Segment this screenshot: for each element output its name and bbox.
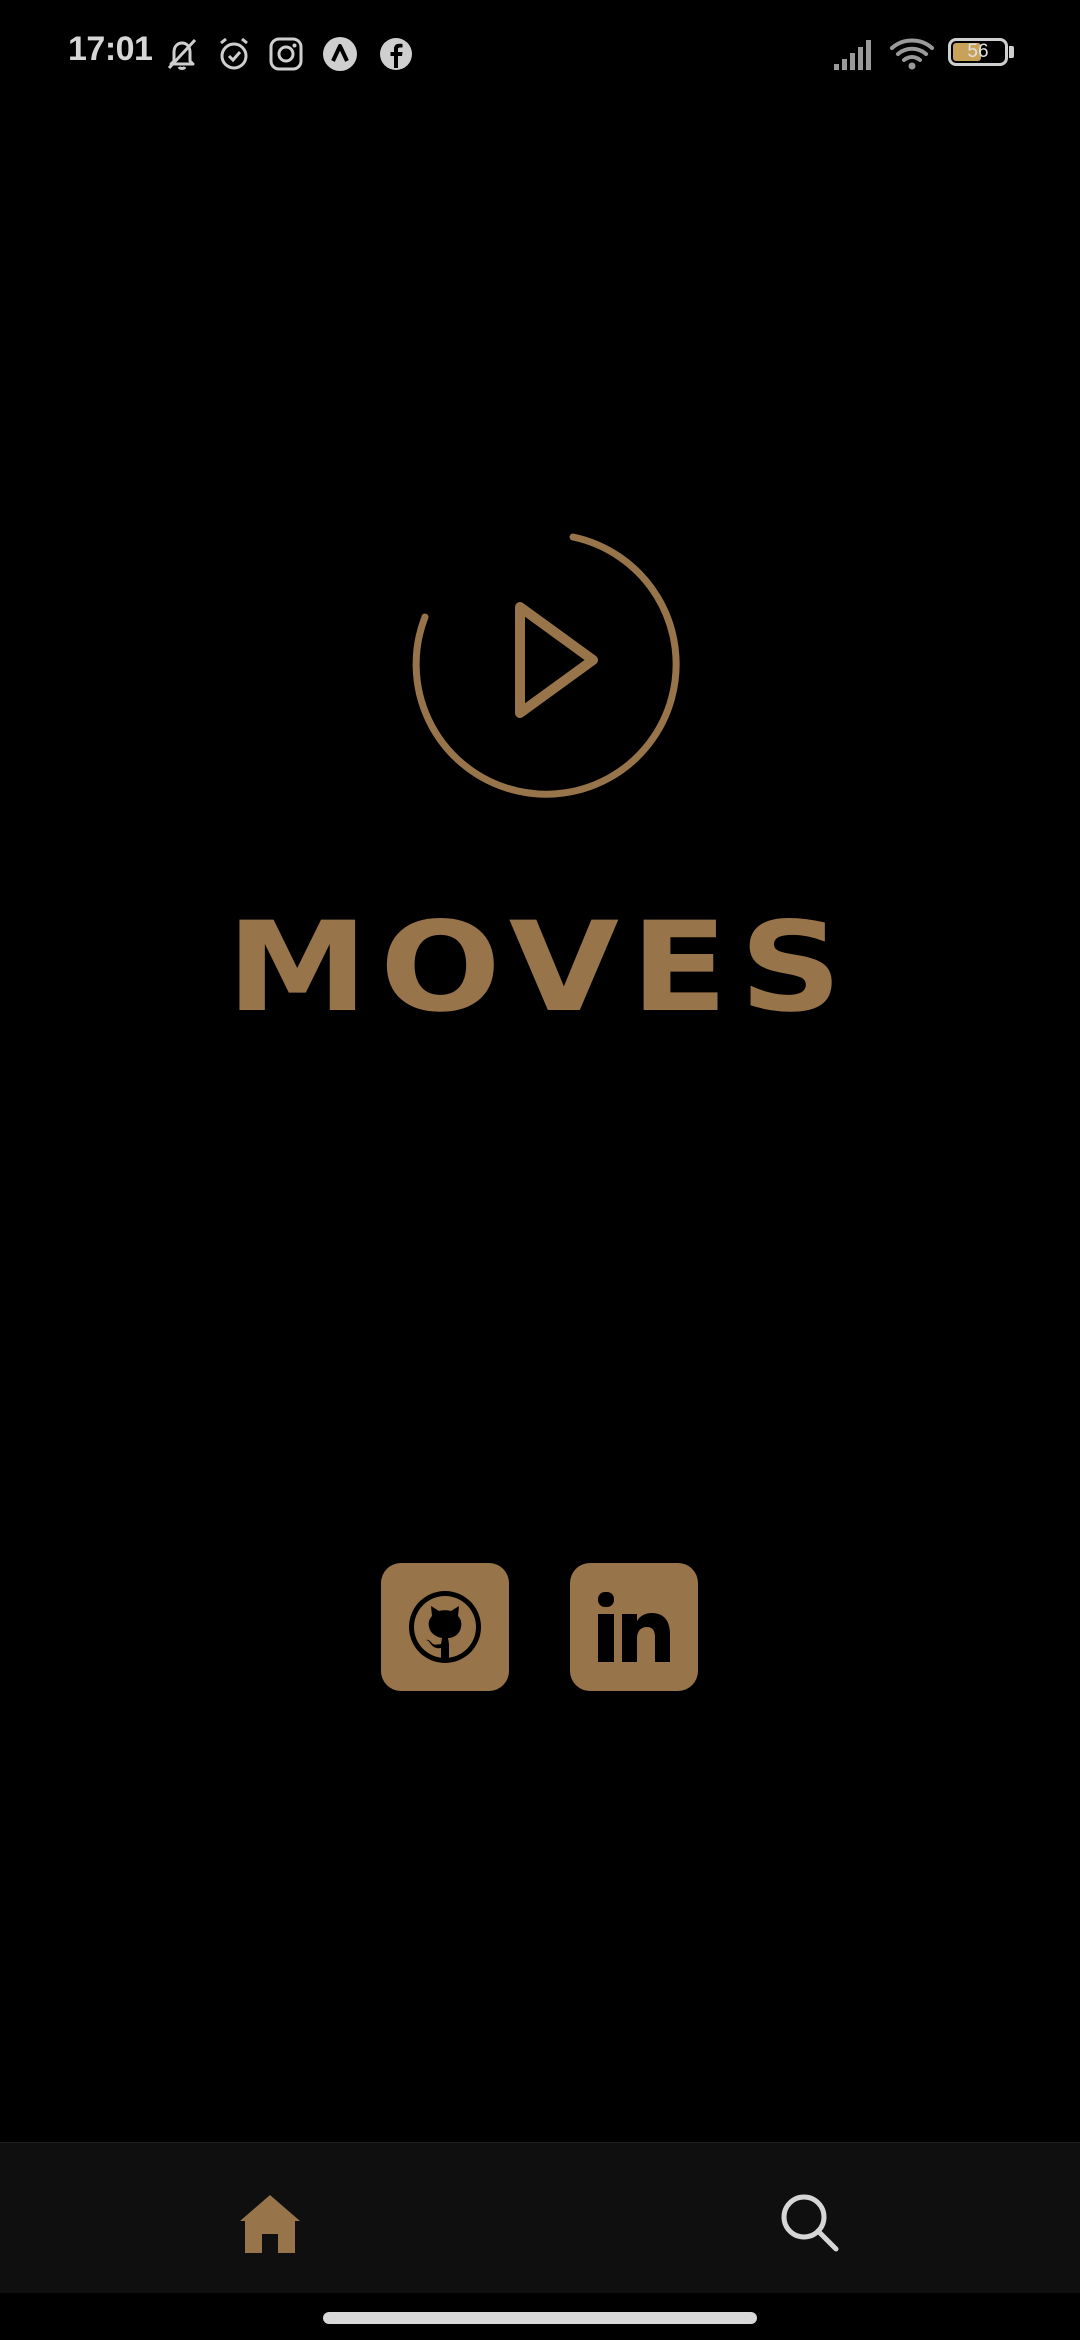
linkedin-button[interactable] xyxy=(570,1563,698,1691)
github-button[interactable] xyxy=(381,1563,509,1691)
signal-icon xyxy=(834,40,871,70)
app-screen: 17:01 56 MOVES xyxy=(0,0,1080,2340)
play-circle-icon xyxy=(412,533,680,798)
status-time: 17:01 xyxy=(68,30,153,68)
alarm-icon xyxy=(220,37,248,70)
bottom-navigation xyxy=(0,2142,1080,2293)
github-icon xyxy=(409,1591,481,1663)
battery-indicator: 56 xyxy=(948,38,1008,66)
linkedin-icon xyxy=(598,1592,670,1662)
battery-nub xyxy=(1009,46,1014,58)
search-icon xyxy=(781,2194,839,2252)
wifi-icon xyxy=(890,38,934,70)
gesture-handle[interactable] xyxy=(323,2312,757,2324)
nav-search[interactable] xyxy=(770,2183,850,2263)
app-a-icon xyxy=(323,37,357,71)
bell-off-icon xyxy=(167,38,197,70)
facebook-icon xyxy=(380,38,412,70)
battery-level: 56 xyxy=(967,41,989,62)
home-icon xyxy=(240,2195,300,2253)
status-bar: 17:01 56 xyxy=(0,0,1080,110)
app-title: MOVES xyxy=(226,896,854,1040)
instagram-icon xyxy=(269,37,303,71)
nav-home[interactable] xyxy=(230,2183,310,2263)
